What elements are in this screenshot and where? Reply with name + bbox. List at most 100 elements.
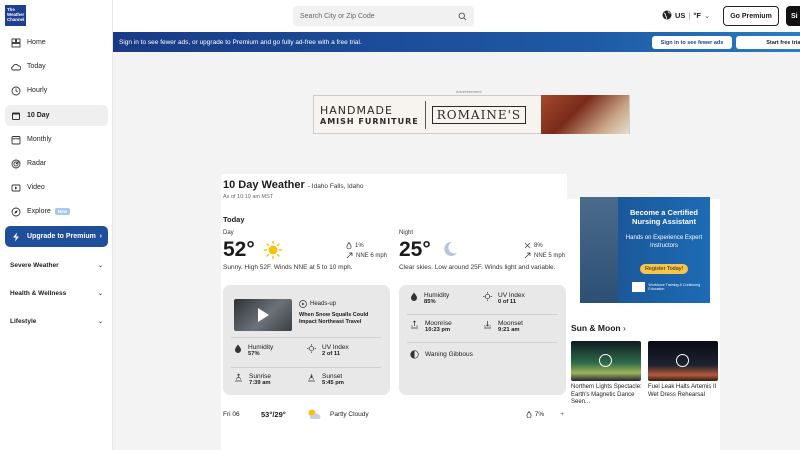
night-precip-value: 8% bbox=[534, 242, 543, 249]
video-thumbnail[interactable] bbox=[234, 299, 292, 331]
new-badge: New bbox=[54, 208, 70, 215]
sunrise-value: 7:39 am bbox=[249, 380, 271, 386]
chevron-down-icon: ⌄ bbox=[97, 319, 103, 325]
day-humidity: Humidity 57% bbox=[234, 344, 273, 357]
locale-separator: | bbox=[688, 10, 691, 20]
sign-in-fewer-ads-button[interactable]: Sign in to see fewer ads bbox=[652, 36, 732, 49]
moonrise-icon bbox=[411, 320, 418, 329]
advertisement-label: Advertisement bbox=[456, 89, 482, 94]
raindrop-icon bbox=[346, 242, 352, 249]
sign-in-button[interactable]: Si bbox=[786, 6, 800, 26]
forecast-precip-value: 7% bbox=[534, 410, 545, 418]
sidebar-item-label: Today bbox=[27, 63, 46, 70]
humidity-value: 85% bbox=[424, 299, 436, 305]
divider bbox=[231, 337, 381, 338]
day-temperature: 52° bbox=[223, 238, 255, 261]
go-premium-button[interactable]: Go Premium bbox=[723, 6, 779, 26]
sidebar-group-lifestyle[interactable]: Lifestyle ⌄ bbox=[10, 318, 103, 325]
day-precip-value: 1% bbox=[355, 242, 364, 249]
radar-icon bbox=[11, 159, 21, 168]
ad-divider bbox=[424, 100, 426, 129]
home-icon bbox=[11, 38, 21, 47]
raindrop-icon bbox=[526, 410, 532, 418]
humidity-label: Humidity bbox=[424, 292, 450, 299]
forecast-day: Fri 06 bbox=[223, 410, 240, 418]
page-title: 10 Day Weather - Idaho Falls, Idaho bbox=[223, 179, 363, 191]
furniture-ad-banner[interactable]: HANDMADE AMISH FURNITURE ROMAINE'S bbox=[313, 95, 630, 134]
search-input[interactable]: Search City or Zip Code bbox=[293, 6, 474, 26]
humidity-value: 57% bbox=[248, 351, 260, 357]
snow-rain-icon bbox=[524, 242, 531, 249]
divider bbox=[407, 314, 557, 315]
nursing-assistant-ad[interactable]: Become a Certified Nursing Assistant Han… bbox=[580, 197, 710, 303]
play-circle-icon bbox=[299, 300, 307, 308]
divider bbox=[231, 367, 381, 368]
sunrise-label: Sunrise bbox=[249, 373, 272, 380]
night-temperature: 25° bbox=[399, 238, 431, 261]
sidebar-group-severe-weather[interactable]: Severe Weather ⌄ bbox=[10, 262, 103, 269]
day-precip: 1% bbox=[346, 242, 364, 249]
video-thumbnail-artemis[interactable] bbox=[648, 341, 718, 381]
sidebar-item-10-day[interactable]: 10 Day bbox=[5, 105, 108, 126]
banner-text: Sign in to see fewer ads, or upgrade to … bbox=[119, 38, 362, 46]
video-caption-link[interactable]: Fuel Leak Halts Artemis II Wet Dress Reh… bbox=[648, 384, 723, 399]
ad-nurse-photo bbox=[580, 197, 618, 303]
night-precip: 8% bbox=[524, 242, 543, 249]
start-free-trial-button[interactable]: Start free trial bbox=[736, 36, 800, 49]
sidebar-item-hourly[interactable]: Hourly bbox=[5, 80, 108, 101]
uv-label: UV Index bbox=[322, 344, 349, 351]
page-title-text: 10 Day Weather bbox=[223, 179, 305, 191]
night-summary: Clear skies. Low around 25F. Winds light… bbox=[399, 264, 556, 271]
humidity-icon bbox=[234, 344, 242, 353]
locale-selector[interactable]: US | °F ⌄ bbox=[662, 10, 710, 20]
sidebar-group-health-wellness[interactable]: Health & Wellness ⌄ bbox=[10, 290, 103, 297]
sidebar-item-radar[interactable]: Radar bbox=[5, 153, 108, 174]
search-placeholder: Search City or Zip Code bbox=[300, 12, 375, 20]
sidebar-item-home[interactable]: Home bbox=[5, 32, 108, 53]
as-of-timestamp: As of 10:19 am MST bbox=[223, 194, 274, 200]
uv-value: 0 of 11 bbox=[498, 299, 517, 305]
night-moonrise: Moonrise 10:23 pm bbox=[410, 320, 452, 333]
right-rail-ad-spacer bbox=[567, 174, 720, 199]
calendar-icon bbox=[12, 112, 20, 120]
ad-furniture-image bbox=[541, 95, 629, 134]
sidebar-group-label: Lifestyle bbox=[10, 318, 37, 325]
sunset-label: Sunset bbox=[322, 373, 343, 380]
sunrise-icon bbox=[235, 373, 242, 382]
sun-icon bbox=[263, 240, 283, 260]
forecast-row[interactable]: Fri 06 53°/29° Partly Cloudy 7% + bbox=[223, 408, 567, 420]
sun-moon-heading[interactable]: Sun & Moon › bbox=[571, 323, 626, 333]
org-logo-mark bbox=[632, 282, 646, 292]
day-wind: NNE 6 mph bbox=[346, 252, 387, 259]
chevron-right-icon: › bbox=[622, 323, 626, 333]
wind-icon bbox=[524, 252, 531, 259]
left-gutter bbox=[113, 174, 221, 450]
location-label: - Idaho Falls, Idaho bbox=[307, 183, 364, 190]
sidebar-item-today[interactable]: Today bbox=[5, 56, 108, 77]
night-label: Night bbox=[399, 230, 414, 236]
clock-icon bbox=[11, 86, 21, 95]
ad-headline: HANDMADE bbox=[320, 103, 393, 117]
sidebar-item-label: Hourly bbox=[27, 87, 48, 94]
sidebar-item-upgrade-premium[interactable]: Upgrade to Premium › bbox=[5, 226, 108, 247]
sidebar-item-explore[interactable]: Explore New bbox=[5, 201, 108, 222]
sidebar-item-monthly[interactable]: Monthly bbox=[5, 129, 108, 150]
weather-channel-logo[interactable]: The Weather Channel bbox=[5, 5, 26, 26]
heads-up-label: Heads-up bbox=[299, 300, 336, 308]
unit-label: °F bbox=[693, 10, 701, 20]
ad-subtext: Hands on Experience Expert Instructors bbox=[625, 235, 703, 249]
forecast-temps: 53°/29° bbox=[261, 409, 286, 419]
news-headline-link[interactable]: When Snow Squalls Could Impact Northeast… bbox=[299, 312, 379, 325]
search-icon[interactable] bbox=[458, 12, 467, 21]
ad-subheadline: AMISH FURNITURE bbox=[320, 116, 419, 126]
register-today-button[interactable]: Register Today! bbox=[640, 264, 688, 274]
globe-icon bbox=[662, 10, 672, 20]
sidebar-item-video[interactable]: Video bbox=[5, 177, 108, 198]
premium-promo-banner: Sign in to see fewer ads, or upgrade to … bbox=[113, 32, 800, 52]
expand-row-button[interactable]: + bbox=[560, 411, 564, 418]
heads-up-text: Heads-up bbox=[310, 301, 337, 307]
compass-icon bbox=[11, 207, 21, 216]
moon-icon bbox=[444, 241, 457, 256]
video-thumbnail-northern-lights[interactable] bbox=[571, 341, 641, 381]
video-caption-link[interactable]: Northern Lights Spectacle: Earth's Magne… bbox=[571, 384, 646, 407]
